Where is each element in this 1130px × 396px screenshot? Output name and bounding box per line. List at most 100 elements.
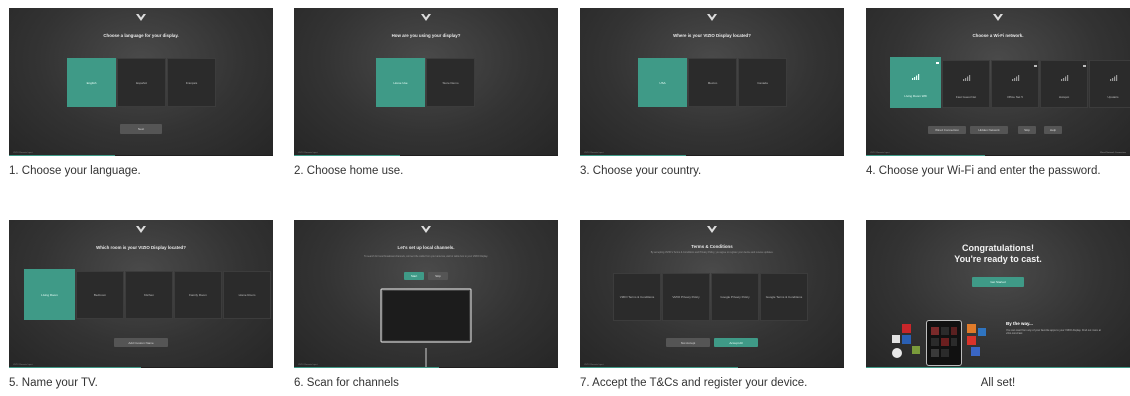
room-home-room[interactable]: Home Room (223, 271, 271, 319)
network-hotspot[interactable]: Hotspot (1040, 60, 1088, 108)
progress-bar (9, 367, 273, 368)
wifi-signal-icon (912, 74, 920, 80)
network-name: Office Net 5 (1007, 95, 1023, 99)
network-name: Fast Guest Net (955, 95, 977, 99)
option-espanol[interactable]: Español (117, 58, 166, 107)
progress-bar (9, 155, 273, 156)
app-icon (971, 347, 980, 356)
screen-wifi: Choose a Wi-Fi network. Living Room Wifi… (866, 8, 1130, 156)
screen-footer: VIZIO Remote Input (584, 152, 604, 154)
screen-footer: VIZIO Remote Input (298, 364, 318, 366)
progress-fill (866, 367, 1130, 368)
vizio-logo-icon (993, 14, 1003, 21)
network-name: Upstairs (1107, 95, 1119, 99)
tv-antenna-diagram-icon (380, 288, 472, 368)
progress-fill (866, 155, 985, 156)
wired-connection-button[interactable]: Wired Connection (928, 126, 966, 134)
progress-bar (294, 155, 558, 156)
hidden-network-button[interactable]: Hidden Network (970, 126, 1008, 134)
vizio-terms-tile[interactable]: VIZIO Terms & Conditions (613, 273, 661, 321)
panel-name-tv: Which room is your VIZIO Display located… (9, 220, 273, 389)
skip-button[interactable]: Skip (1018, 126, 1036, 134)
option-mexico[interactable]: Mexico (688, 58, 737, 107)
caption: 6. Scan for channels (294, 377, 399, 389)
panel-country: Where is your VIZIO Display located? USA… (580, 8, 844, 177)
option-store-demo[interactable]: Store Demo (426, 58, 475, 107)
app-icon (902, 324, 911, 333)
screen-footer: VIZIO Remote Input (13, 152, 33, 154)
room-kitchen[interactable]: Kitchen (125, 271, 173, 319)
caption: 1. Choose your language. (9, 165, 141, 177)
screen-title: Where is your VIZIO Display located? (673, 33, 751, 38)
lock-icon (1083, 65, 1086, 67)
wifi-signal-icon (1110, 75, 1118, 81)
google-terms-tile[interactable]: Google Terms & Conditions (760, 273, 808, 321)
screen-footer: VIZIO Remote Input (870, 152, 890, 154)
network-fast-guest-net[interactable]: Fast Guest Net (942, 60, 990, 108)
vizio-logo-icon (707, 226, 717, 233)
screen-subtitle: To search for local broadcast channels, … (364, 255, 488, 258)
skip-button[interactable]: Skip (428, 272, 448, 280)
screen-title: Choose a language for your display. (103, 33, 179, 38)
screen-footer: VIZIO Remote Input (584, 364, 604, 366)
screen-home-use: How are you using your display? Home Use… (294, 8, 558, 156)
network-living-room-wifi[interactable]: Living Room Wifi (890, 57, 941, 108)
help-button[interactable]: Help (1044, 126, 1062, 134)
footer-right-text: Wired Network Connection (1099, 152, 1126, 154)
panel-wifi: Choose a Wi-Fi network. Living Room Wifi… (866, 8, 1130, 177)
panel-home-use: How are you using your display? Home Use… (294, 8, 558, 177)
screen-title: Choose a Wi-Fi network. (972, 33, 1024, 38)
screen-terms: Terms & Conditions By accepting VIZIO's … (580, 220, 844, 368)
network-upstairs[interactable]: Upstairs (1089, 60, 1130, 108)
option-home-use[interactable]: Home Use (376, 58, 425, 107)
app-icon (978, 328, 986, 336)
screen-scan-channels: Let's set up local channels. To search f… (294, 220, 558, 368)
panel-scan-channels: Let's set up local channels. To search f… (294, 220, 558, 389)
option-usa[interactable]: USA (638, 58, 687, 107)
wifi-signal-icon (1012, 75, 1020, 81)
progress-fill (9, 367, 141, 368)
network-office-net[interactable]: Office Net 5 (991, 60, 1039, 108)
option-francais[interactable]: Français (167, 58, 216, 107)
accept-all-button[interactable]: Accept All (714, 338, 758, 347)
screen-country: Where is your VIZIO Display located? USA… (580, 8, 844, 156)
google-privacy-tile[interactable]: Google Privacy Policy (711, 273, 759, 321)
screen-subtitle: By accepting VIZIO's Terms & Conditions … (650, 251, 774, 254)
caption: 2. Choose home use. (294, 165, 404, 177)
option-english[interactable]: English (67, 58, 116, 107)
caption: All set! (980, 377, 1016, 389)
room-family-room[interactable]: Family Room (174, 271, 222, 319)
progress-bar (866, 367, 1130, 368)
app-icon (892, 335, 900, 343)
vizio-logo-icon (136, 14, 146, 21)
wifi-signal-icon (1061, 75, 1069, 81)
progress-bar (866, 155, 1130, 156)
room-living-room[interactable]: Living Room (24, 269, 75, 320)
start-button[interactable]: Start (404, 272, 424, 280)
progress-bar (580, 155, 844, 156)
caption: 7. Accept the T&Cs and register your dev… (580, 377, 808, 389)
progress-fill (294, 367, 440, 368)
vizio-privacy-tile[interactable]: VIZIO Privacy Policy (662, 273, 710, 321)
app-icon (967, 324, 976, 333)
progress-bar (580, 367, 844, 368)
caption: 4. Choose your Wi-Fi and enter the passw… (866, 165, 1101, 177)
progress-bar (294, 367, 558, 368)
phone-icon (926, 320, 962, 366)
screen-title: Let's set up local channels. (397, 245, 455, 250)
panel-language: Choose a language for your display. Engl… (9, 8, 273, 177)
network-name: Living Room Wifi (904, 94, 927, 98)
not-accept-button[interactable]: Not Accept (666, 338, 710, 347)
next-button[interactable]: Next (120, 124, 162, 134)
screen-title: How are you using your display? (391, 33, 461, 38)
room-bedroom[interactable]: Bedroom (76, 271, 124, 319)
wifi-signal-icon (963, 75, 971, 81)
screen-footer: VIZIO Remote Input (298, 152, 318, 154)
option-canada[interactable]: Canada (738, 58, 787, 107)
lock-icon (936, 62, 939, 64)
vizio-logo-icon (707, 14, 717, 21)
screen-all-set: Congratulations! You're ready to cast. G… (866, 220, 1130, 368)
screen-name-tv: Which room is your VIZIO Display located… (9, 220, 273, 368)
caption: 3. Choose your country. (580, 165, 702, 177)
add-custom-name-button[interactable]: Add Custom Name (114, 338, 168, 347)
